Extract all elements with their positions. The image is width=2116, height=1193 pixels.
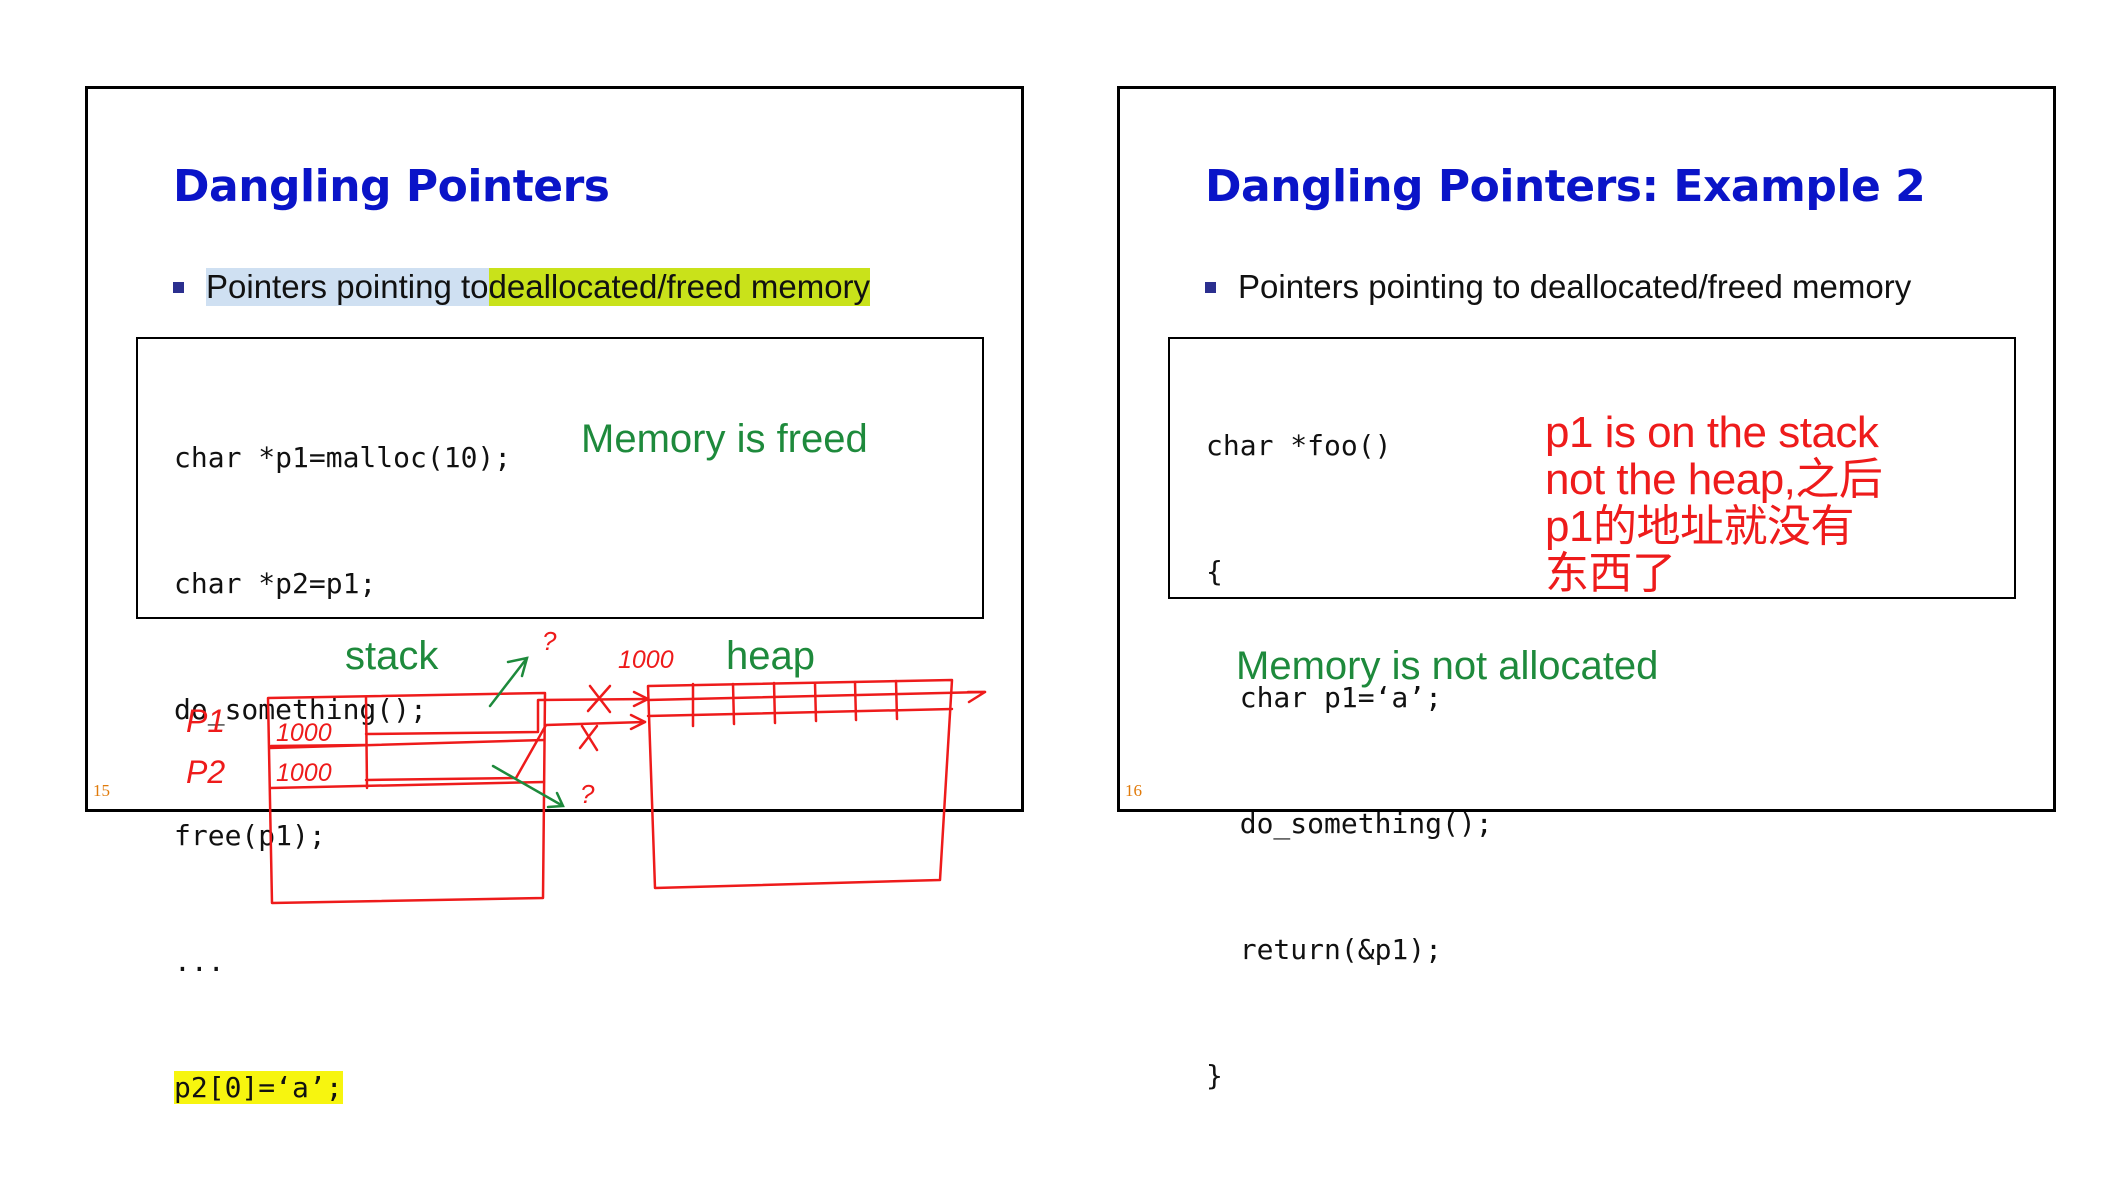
code-box: char *p1=malloc(10); char *p2=p1; do_som…	[136, 337, 984, 1104]
code-line: do_something();	[1206, 807, 1493, 840]
code-block: char *p1=malloc(10); char *p2=p1; do_som…	[174, 353, 511, 1193]
red-note-line: 东西了	[1545, 549, 1676, 598]
code-line: ...	[174, 945, 225, 978]
bullet-item: Pointers pointing to deallocated/freed m…	[173, 267, 871, 307]
code-line: char *foo()	[1206, 429, 1392, 462]
bullet-item: Pointers pointing to deallocated/freed m…	[1205, 267, 1911, 307]
bullet-text-highlighted-blue: Pointers pointing to	[206, 268, 489, 306]
bullet-square-icon	[1205, 281, 1216, 293]
code-line: char *p2=p1;	[174, 567, 377, 600]
code-line: }	[1206, 1059, 1223, 1092]
slide-title: Dangling Pointers	[173, 161, 610, 212]
page-number: 15	[93, 781, 110, 800]
code-block: char *foo() { char p1=‘a’; do_something(…	[1206, 341, 1493, 1181]
red-note-line: p1 is on the stack	[1545, 408, 1879, 457]
page-number: 16	[1125, 781, 1142, 800]
slide-title: Dangling Pointers: Example 2	[1205, 161, 1926, 212]
handwritten-red-note: p1 is on the stack not the heap,之后 p1的地址…	[1545, 408, 1883, 598]
code-line: {	[1206, 555, 1223, 588]
red-note-line: not the heap,之后	[1545, 455, 1883, 504]
code-line: char *p1=malloc(10);	[174, 441, 512, 474]
bullet-text: Pointers pointing to deallocated/freed m…	[1238, 268, 1912, 305]
red-note-line: p1的地址就没有	[1545, 502, 1854, 551]
bullet-square-icon	[173, 281, 184, 293]
code-line-highlighted: p2[0]=‘a’;	[174, 1071, 343, 1104]
memory-freed-annotation: Memory is freed	[581, 417, 868, 461]
code-line: return(&p1);	[1206, 933, 1443, 966]
bullet-text-highlighted-yellow: deallocated/freed memory	[488, 268, 871, 306]
heap-label: heap	[726, 634, 815, 678]
code-line: free(p1);	[174, 819, 326, 852]
memory-not-allocated-annotation: Memory is not allocated	[1236, 644, 1659, 688]
stack-label: stack	[345, 634, 439, 678]
code-line: do_something();	[174, 693, 427, 726]
slide-15: Dangling Pointers Pointers pointing to d…	[85, 86, 1024, 1104]
